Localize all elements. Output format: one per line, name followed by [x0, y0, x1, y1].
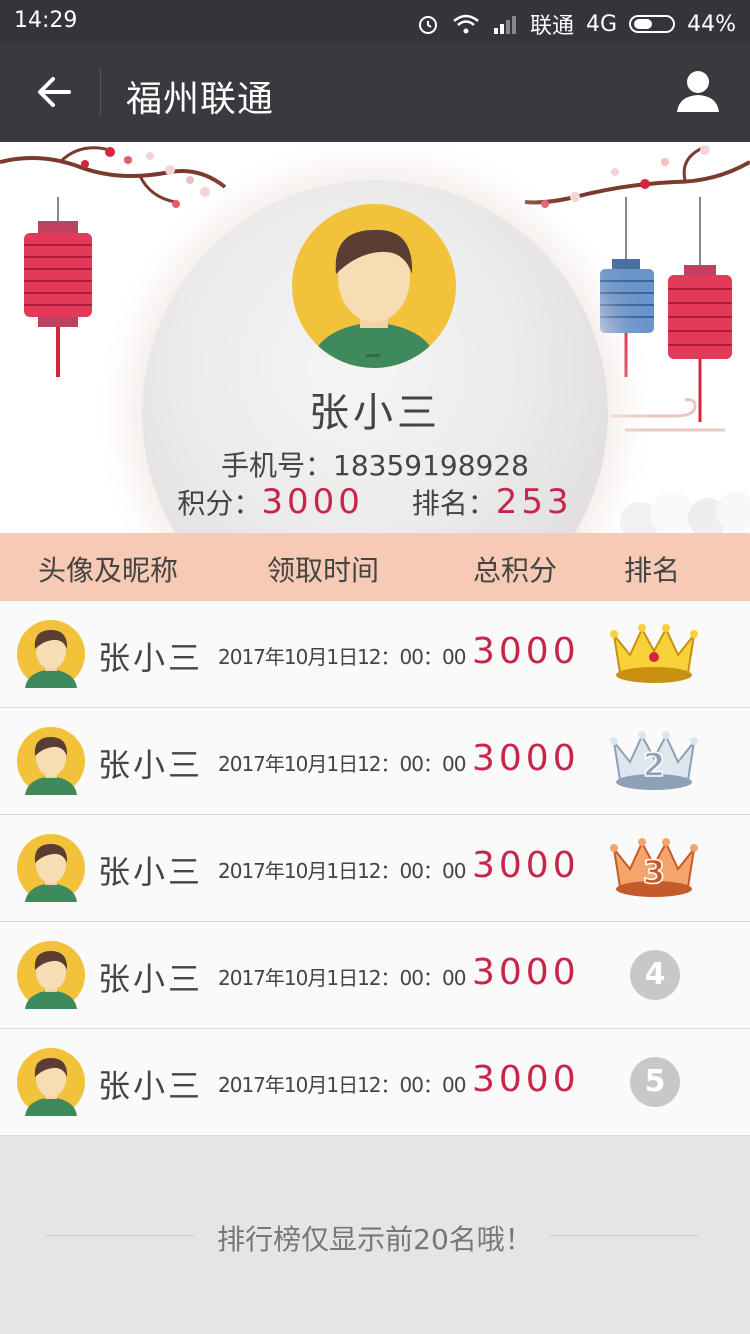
- status-time: 14:29: [14, 8, 78, 33]
- wifi-icon: [453, 14, 479, 34]
- row-time: 2017年10月1日12：00：00: [218, 859, 466, 883]
- row-time: 2017年10月1日12：00：00: [218, 1073, 466, 1097]
- row-score: 3000: [472, 738, 580, 779]
- user-icon: [677, 71, 719, 112]
- user-avatar: [17, 1048, 85, 1116]
- table-header: 头像及昵称 领取时间 总积分 排名: [0, 533, 750, 601]
- rank-label: 排名：: [411, 487, 496, 520]
- gold-crown-icon: [610, 624, 698, 683]
- leaderboard-list: 张小三 2017年10月1日12：00：00 3000 张小三 2017年10月…: [0, 601, 750, 1136]
- row-name: 张小三: [98, 960, 204, 998]
- row-score: 3000: [472, 845, 580, 886]
- status-bar: 14:29 联通 4G 44%: [0, 0, 750, 42]
- user-avatar: [17, 941, 85, 1009]
- row-time: 2017年10月1日12：00：00: [218, 752, 466, 776]
- phone-label: 手机号：: [221, 449, 334, 482]
- header-time: 领取时间: [267, 554, 380, 587]
- profile-hero: 张小三 手机号：18359198928 积分：3000 排名：253: [0, 142, 750, 534]
- user-avatar: [17, 727, 85, 795]
- rank-value: 253: [495, 482, 573, 522]
- phone-value: 18359198928: [333, 449, 529, 482]
- back-arrow-icon: [38, 77, 71, 107]
- leaderboard-row[interactable]: 张小三 2017年10月1日12：00：00 3000 4: [0, 922, 750, 1029]
- points-value: 3000: [261, 482, 364, 522]
- row-name: 张小三: [98, 1067, 204, 1105]
- header-avatar-name: 头像及昵称: [38, 554, 179, 587]
- page-title: 福州联通: [126, 79, 275, 120]
- battery-icon: [629, 15, 676, 33]
- nav-divider: [100, 68, 101, 116]
- status-icons: 联通 4G 44%: [416, 8, 736, 40]
- carrier-label: 联通: [530, 14, 575, 39]
- signal-icon: [494, 16, 517, 34]
- row-score: 3000: [472, 952, 580, 993]
- profile-avatar: [292, 204, 456, 368]
- user-avatar: [17, 620, 85, 688]
- leaderboard-row[interactable]: 张小三 2017年10月1日12：00：00 3000 5: [0, 1029, 750, 1136]
- network-label: 4G: [586, 11, 618, 37]
- silver-crown-icon: 2: [610, 731, 698, 790]
- profile-name: 张小三: [309, 390, 441, 436]
- leaderboard-row[interactable]: 张小三 2017年10月1日12：00：00 3000 2: [0, 708, 750, 815]
- rank-badge: 5: [630, 1057, 680, 1107]
- battery-percent: 44%: [687, 11, 736, 37]
- profile-button[interactable]: [674, 66, 726, 118]
- row-name: 张小三: [98, 746, 204, 784]
- rank-number: 3: [643, 853, 665, 891]
- row-name: 张小三: [98, 639, 204, 677]
- row-score: 3000: [472, 1059, 580, 1100]
- leaderboard-row[interactable]: 张小三 2017年10月1日12：00：00 3000: [0, 601, 750, 708]
- points-label: 积分：: [177, 487, 262, 520]
- rank-badge: 4: [630, 950, 680, 1000]
- row-time: 2017年10月1日12：00：00: [218, 645, 466, 669]
- row-score: 3000: [472, 631, 580, 672]
- bronze-crown-icon: 3: [610, 838, 698, 897]
- row-name: 张小三: [98, 853, 204, 891]
- profile-phone: 手机号：18359198928: [0, 444, 750, 484]
- nav-bar: 福州联通: [0, 42, 750, 142]
- header-score: 总积分: [473, 554, 558, 587]
- header-rank: 排名: [624, 554, 681, 587]
- back-button[interactable]: [28, 66, 78, 118]
- footer-text: 排行榜仅显示前20名哦！: [217, 1223, 533, 1256]
- profile-stats: 积分：3000 排名：253: [0, 482, 750, 522]
- rank-number: 2: [643, 746, 665, 784]
- row-time: 2017年10月1日12：00：00: [218, 966, 466, 990]
- red-lantern-left: [24, 197, 92, 377]
- leaderboard-row[interactable]: 张小三 2017年10月1日12：00：00 3000 3: [0, 815, 750, 922]
- alarm-icon: [419, 16, 438, 34]
- footer-note: 排行榜仅显示前20名哦！: [0, 1214, 750, 1258]
- user-avatar: [17, 834, 85, 902]
